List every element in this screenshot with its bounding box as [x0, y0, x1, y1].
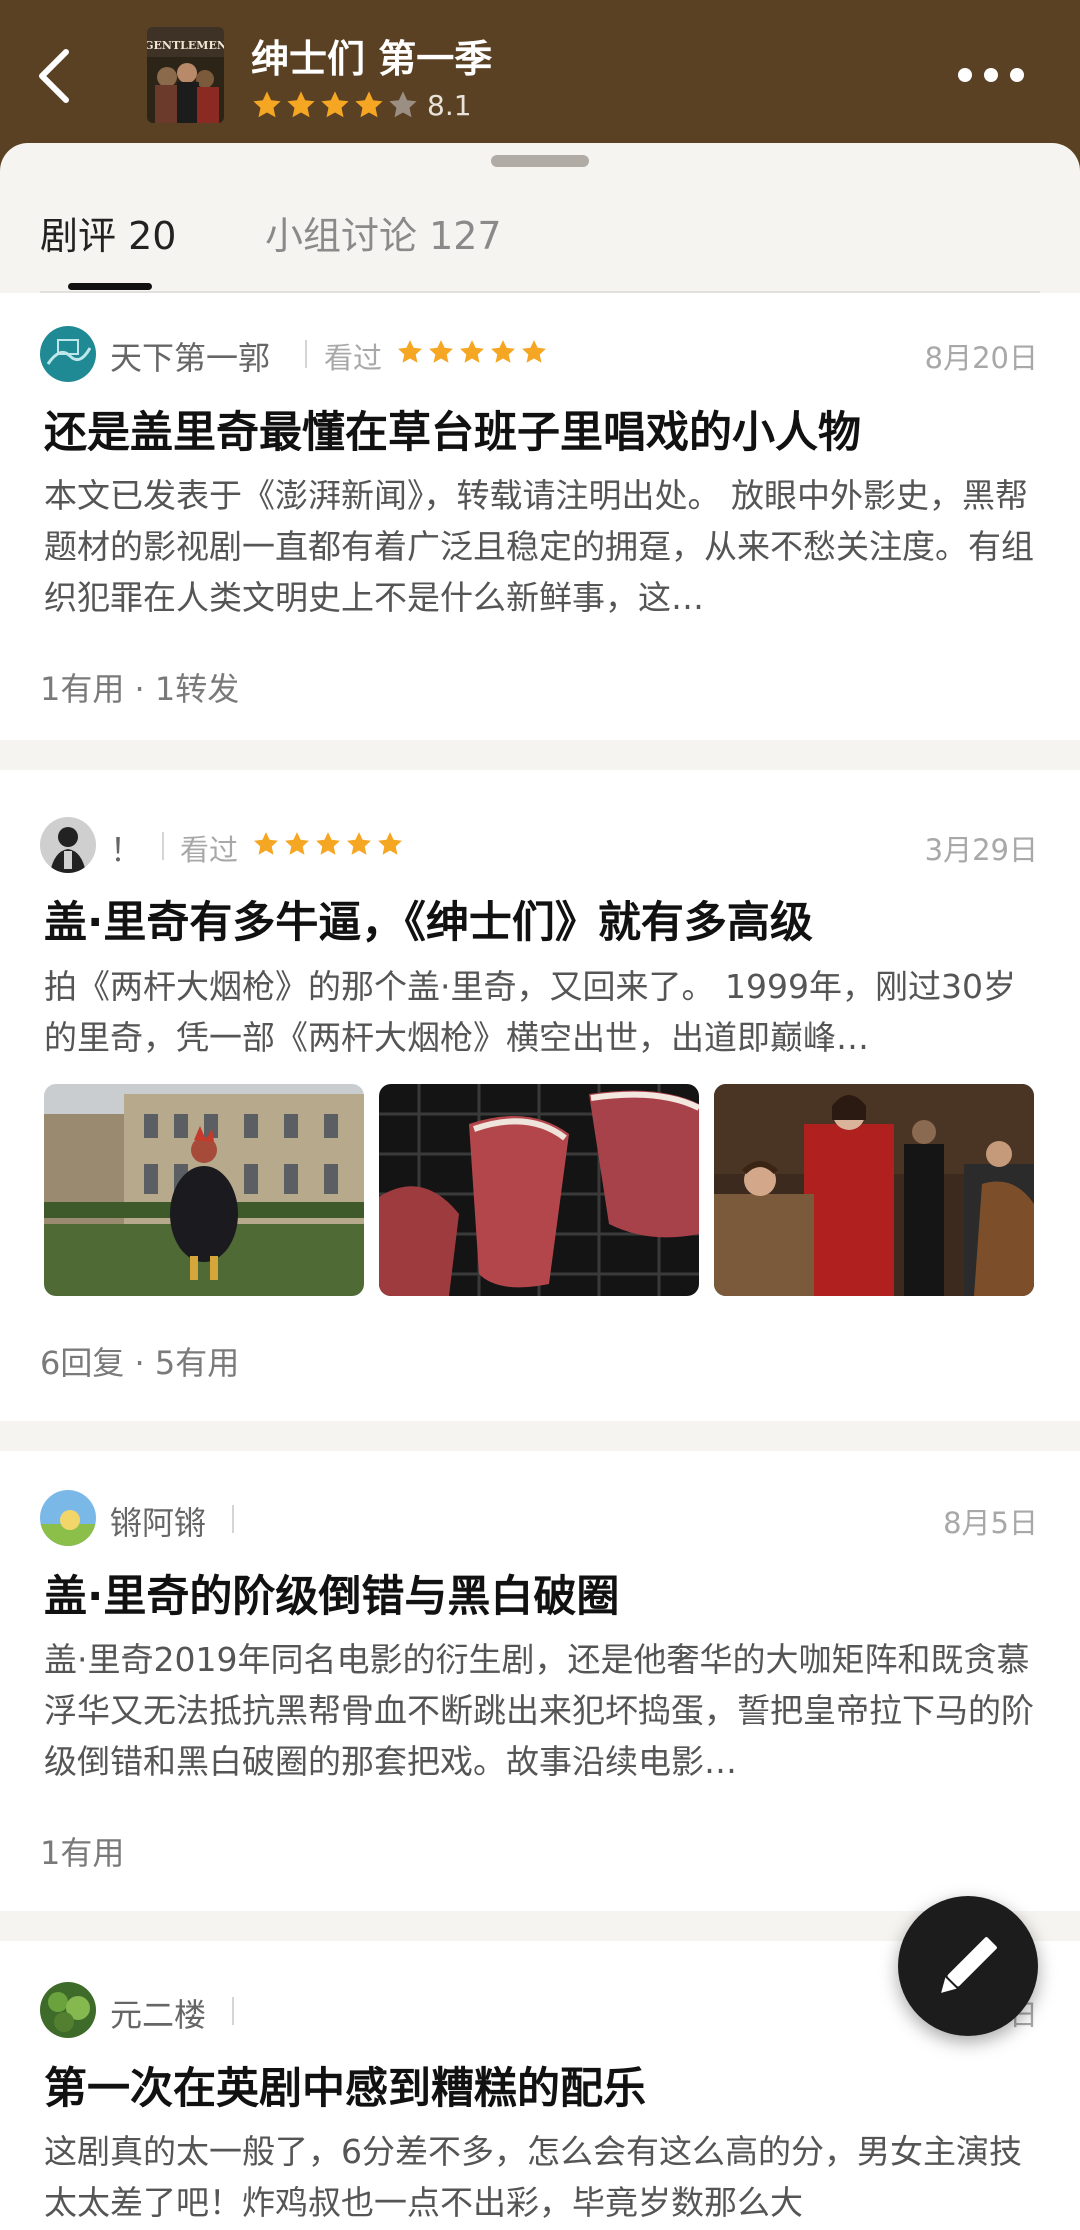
review-image-steak[interactable] — [379, 1084, 699, 1296]
show-poster[interactable]: GENTLEMEN — [147, 27, 224, 123]
divider — [232, 1997, 234, 2025]
review-title[interactable]: 盖·里奇有多牛逼，《绅士们》就有多高级 — [44, 888, 1044, 950]
review-date: 3月29日 — [924, 833, 1038, 867]
review-excerpt[interactable]: 盖·里奇2019年同名电影的衍生剧，还是他奢华的大咖矩阵和既贪慕浮华又无法抵抗黑… — [44, 1634, 1044, 1787]
star-icon — [355, 91, 383, 118]
back-arrow-icon — [39, 49, 69, 103]
avatar[interactable] — [40, 817, 96, 873]
review-stats: 6回复 · 5有用 — [40, 1344, 240, 1382]
top-bar: GENTLEMEN 绅士们 第一季 8.1 — [0, 0, 1080, 145]
tab-reviews[interactable]: 剧评 20 — [40, 205, 176, 260]
star-icon — [460, 340, 484, 363]
star-icon — [429, 340, 453, 363]
pencil-icon — [941, 1937, 997, 1993]
review-date: 8月5日 — [943, 1506, 1038, 1540]
star-icon — [285, 832, 309, 855]
divider — [162, 832, 164, 860]
star-icon — [287, 91, 315, 118]
star-icon — [398, 340, 422, 363]
review-stars — [252, 830, 407, 858]
back-button[interactable] — [30, 42, 86, 110]
review-excerpt[interactable]: 本文已发表于《澎湃新闻》，转载请注明出处。 放眼中外影史，黑帮题材的影视剧一直都… — [44, 470, 1044, 623]
drag-handle[interactable] — [491, 155, 589, 167]
rating-stars — [251, 89, 421, 121]
review-date: 8月20日 — [924, 341, 1038, 375]
star-icon — [347, 832, 371, 855]
tab-group-discussion[interactable]: 小组讨论 127 — [265, 205, 502, 260]
rating-score: 8.1 — [427, 88, 472, 122]
avatar[interactable] — [40, 1490, 96, 1546]
show-rating: 8.1 — [251, 84, 472, 126]
review-image-cast[interactable] — [714, 1084, 1034, 1296]
review-author[interactable]: 天下第一郭 — [110, 333, 270, 379]
review-title[interactable]: 还是盖里奇最懂在草台班子里唱戏的小人物 — [44, 398, 1044, 460]
star-icon — [378, 832, 402, 855]
review-title[interactable]: 第一次在英剧中感到糟糕的配乐 — [44, 2054, 1044, 2116]
divider — [232, 1505, 234, 1533]
star-icon — [321, 91, 349, 118]
review-author[interactable]: ！ — [110, 825, 142, 871]
avatar[interactable] — [40, 1982, 96, 2038]
card-separator — [0, 740, 1080, 770]
star-icon — [254, 832, 278, 855]
review-stats: 1有用 — [40, 1834, 125, 1872]
watch-status: 看过 — [180, 833, 239, 867]
star-icon — [389, 91, 417, 118]
star-icon — [491, 340, 515, 363]
more-dot-icon — [958, 68, 972, 82]
show-title: 绅士们 第一季 — [251, 37, 493, 81]
card-separator — [0, 1421, 1080, 1451]
divider — [305, 340, 307, 368]
review-author[interactable]: 锵阿锵 — [110, 1498, 206, 1544]
review-author[interactable]: 元二楼 — [110, 1990, 206, 2036]
more-dot-icon — [984, 68, 998, 82]
star-icon — [522, 340, 546, 363]
write-review-button[interactable] — [898, 1896, 1038, 2036]
review-title[interactable]: 盖·里奇的阶级倒错与黑白破圈 — [44, 1562, 1044, 1624]
star-icon — [253, 91, 281, 118]
review-image-rooster[interactable] — [44, 1084, 364, 1296]
review-excerpt[interactable]: 这剧真的太一般了，6分差不多，怎么会有这么高的分，男女主演技太太差了吧！炸鸡叔也… — [44, 2126, 1044, 2230]
watch-status: 看过 — [324, 341, 383, 375]
more-options-button[interactable] — [958, 60, 1024, 90]
poster-text: GENTLEMEN — [147, 39, 224, 52]
active-tab-indicator — [68, 283, 152, 290]
review-stars — [396, 338, 551, 366]
more-dot-icon — [1010, 68, 1024, 82]
review-excerpt[interactable]: 拍《两杆大烟枪》的那个盖·里奇，又回来了。 1999年，刚过30岁的里奇，凭一部… — [44, 961, 1044, 1063]
avatar[interactable] — [40, 326, 96, 382]
review-stats: 1有用 · 1转发 — [40, 670, 240, 708]
star-icon — [316, 832, 340, 855]
